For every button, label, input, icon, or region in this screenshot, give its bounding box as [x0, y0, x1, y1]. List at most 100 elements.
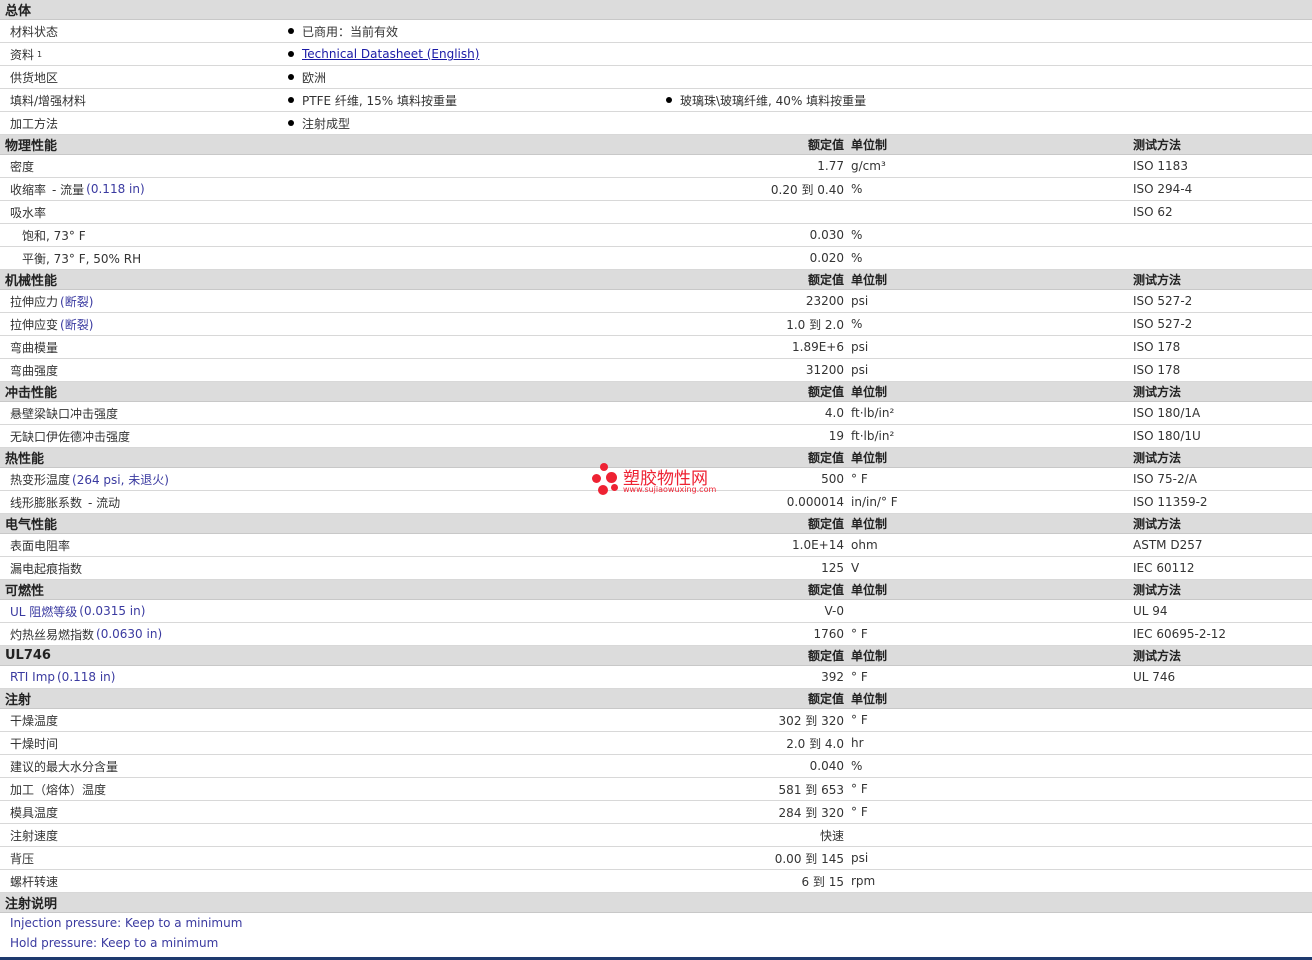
property-value: 0.040: [809, 759, 844, 773]
property-label: 收缩率 - 流量 (0.118 in): [10, 178, 145, 200]
property-condition: (断裂): [60, 317, 94, 332]
footnote-marker: 1: [37, 49, 43, 59]
property-value: 0.00 到 145: [774, 851, 844, 866]
property-name: UL 阻燃等级: [10, 604, 78, 619]
column-header-method: 测试方法: [1133, 138, 1182, 152]
column-header-unit: 单位制: [851, 583, 888, 597]
property-row: 收缩率 - 流量 (0.118 in) 0.20 到 0.40% ISO 294-4: [0, 178, 1312, 201]
property-value: 1.89E+6: [792, 340, 844, 354]
property-row: 供货地区 欧洲: [0, 66, 1312, 89]
column-header-value: 额定值: [807, 583, 844, 597]
property-name: 干燥温度: [10, 713, 59, 728]
property-row: RTI Imp (0.118 in) 392 ° F UL 746: [0, 666, 1312, 689]
property-label: 拉伸应力 (断裂): [10, 290, 93, 312]
note-row: Injection pressure: Keep to a minimum: [0, 913, 1312, 933]
property-condition: (0.0315 in): [79, 604, 146, 618]
property-label: 加工（熔体）温度: [10, 778, 106, 800]
property-row: 背压 0.00 到 145 psi: [0, 847, 1312, 870]
property-value: 快速: [819, 828, 844, 843]
property-unit: %: [851, 759, 863, 773]
property-unit: psi: [851, 363, 869, 377]
general-value: 注射成型: [288, 112, 350, 134]
property-row: 表面电阻率 1.0E+14 ohm ASTM D257: [0, 534, 1312, 557]
section-header: 注射说明: [0, 893, 1312, 913]
column-header-value: 额定值: [807, 273, 844, 287]
column-header-value: 额定值: [807, 138, 844, 152]
property-suffix: - 流动: [88, 495, 121, 510]
column-header-unit: 单位制: [851, 273, 888, 287]
property-name: 密度: [10, 159, 35, 174]
test-method: IEC 60695-2-12: [1133, 627, 1227, 641]
property-name: 加工（熔体）温度: [10, 782, 107, 797]
section-title: 可燃性: [5, 584, 45, 599]
property-row: 注射速度 快速: [0, 824, 1312, 847]
section-title: 物理性能: [5, 139, 58, 154]
test-method: ISO 180/1A: [1133, 406, 1201, 420]
property-value: 23200: [805, 294, 844, 308]
general-value: 已商用：当前有效: [288, 20, 398, 42]
property-label: 填料/增强材料: [10, 89, 86, 111]
property-label: 螺杆转速: [10, 870, 58, 892]
property-name: 悬壁梁缺口冲击强度: [10, 406, 119, 421]
column-header-unit: 单位制: [851, 517, 888, 531]
property-name: 加工方法: [10, 116, 59, 131]
property-label: 资料 1: [10, 43, 42, 65]
property-name: 螺杆转速: [10, 874, 59, 889]
watermark-url: www.sujiaowuxing.com: [623, 485, 717, 494]
property-name: 无缺口伊佐德冲击强度: [10, 429, 131, 444]
property-condition: (0.0630 in): [96, 627, 163, 641]
property-value: V-0: [824, 604, 844, 618]
general-value: PTFE 纤维, 15% 填料按重量: [288, 89, 457, 111]
property-unit: hr: [851, 736, 864, 750]
test-method: IEC 60112: [1133, 561, 1195, 575]
property-name: 饱和, 73° F: [22, 228, 86, 243]
general-value-text: PTFE 纤维, 15% 填料按重量: [302, 93, 457, 108]
property-label: 灼热丝易燃指数 (0.0630 in): [10, 623, 162, 645]
property-row: 干燥温度 302 到 320 ° F: [0, 709, 1312, 732]
property-row: 漏电起痕指数 125 V IEC 60112: [0, 557, 1312, 580]
property-unit: ° F: [851, 713, 868, 727]
property-unit: psi: [851, 851, 869, 865]
column-header-method: 测试方法: [1133, 273, 1182, 287]
column-header-value: 额定值: [807, 451, 844, 465]
general-value[interactable]: Technical Datasheet (English): [288, 43, 479, 65]
property-value: 0.20 到 0.40: [770, 182, 844, 197]
property-row: 灼热丝易燃指数 (0.0630 in) 1760 ° F IEC 60695-2-12: [0, 623, 1312, 646]
property-row: 平衡, 73° F, 50% RH 0.020%: [0, 247, 1312, 270]
property-name: 收缩率: [10, 182, 47, 197]
property-condition: (264 psi, 未退火): [72, 472, 169, 487]
property-unit: %: [851, 182, 863, 196]
section-title: 机械性能: [5, 274, 58, 289]
property-row: 模具温度 284 到 320 ° F: [0, 801, 1312, 824]
property-row: 填料/增强材料 PTFE 纤维, 15% 填料按重量 玻璃珠\玻璃纤维, 40% 填…: [0, 89, 1312, 112]
logo-dot-icon: [598, 485, 608, 495]
property-row: 弯曲模量 1.89E+6 psi ISO 178: [0, 336, 1312, 359]
general-value-text: 注射成型: [302, 116, 351, 131]
bullet-icon: [288, 74, 294, 80]
property-name: 平衡, 73° F, 50% RH: [22, 251, 142, 266]
property-value: 6 到 15: [801, 874, 844, 889]
property-row: 建议的最大水分含量 0.040%: [0, 755, 1312, 778]
property-name: 表面电阻率: [10, 538, 71, 553]
column-header-method: 测试方法: [1133, 451, 1182, 465]
property-label: 弯曲模量: [10, 336, 58, 358]
property-label: 材料状态: [10, 20, 58, 42]
property-label: RTI Imp (0.118 in): [10, 666, 115, 688]
bullet-icon: [288, 97, 294, 103]
logo-dot-icon: [611, 484, 618, 491]
column-header-unit: 单位制: [851, 451, 888, 465]
property-name: 注射速度: [10, 828, 59, 843]
section-header: 注射 额定值 单位制: [0, 689, 1312, 709]
property-unit: psi: [851, 340, 869, 354]
datasheet-link[interactable]: Technical Datasheet (English): [302, 47, 479, 61]
column-header-value: 额定值: [807, 517, 844, 531]
property-label: 建议的最大水分含量: [10, 755, 118, 777]
property-name: 热变形温度: [10, 472, 71, 487]
property-name: 弯曲强度: [10, 363, 59, 378]
note-text: Hold pressure: Keep to a minimum: [10, 936, 219, 950]
property-name: 灼热丝易燃指数: [10, 627, 95, 642]
property-label: 饱和, 73° F: [22, 224, 86, 246]
bullet-icon: [288, 28, 294, 34]
property-row: 无缺口伊佐德冲击强度 19 ft·lb/in² ISO 180/1U: [0, 425, 1312, 448]
section-title: 注射: [5, 693, 32, 708]
